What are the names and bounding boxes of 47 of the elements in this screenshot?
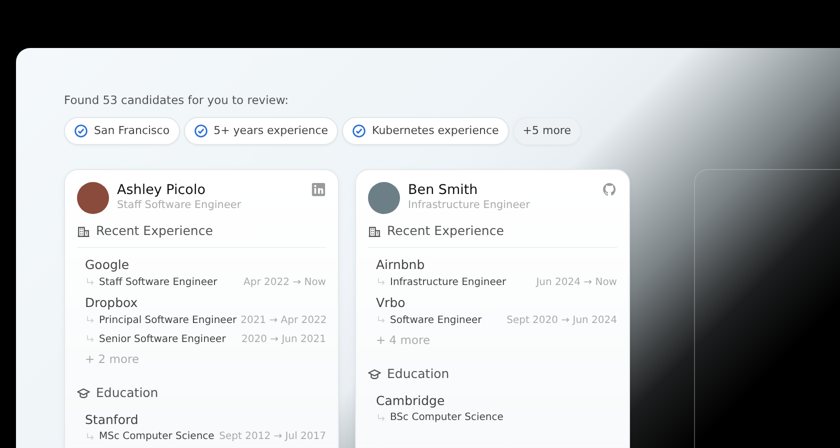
return-arrow-icon [85, 315, 95, 325]
role-title: Senior Software Engineer [99, 332, 226, 346]
section-heading: Education [96, 384, 158, 402]
graduation-cap-icon [77, 386, 90, 400]
filter-chip[interactable]: 5+ years experience [184, 117, 338, 146]
return-arrow-icon [85, 277, 95, 288]
role-title: Software Engineer [390, 314, 482, 328]
role-dates: Sept 2020 → Jun 2024 [506, 314, 617, 328]
company-name: Vrbo [376, 294, 406, 312]
filter-chip[interactable]: San Francisco [64, 117, 180, 146]
section-heading: Education [387, 364, 450, 383]
role-title: Infrastructure Engineer [390, 276, 506, 290]
role-dates: Apr 2022 → Now [244, 276, 326, 290]
candidate-name: Ben Smith [408, 182, 479, 198]
degree-name: MSc Computer Science [99, 430, 214, 444]
avatar-placeholder [368, 182, 400, 214]
section-heading: Recent Experience [96, 222, 213, 240]
avatar-placeholder [77, 182, 109, 214]
candidate-title: Staff Software Engineer [117, 198, 242, 214]
filter-chip[interactable]: +5 more [512, 117, 581, 146]
return-arrow-icon [376, 315, 386, 325]
candidate-title: Infrastructure Engineer [408, 198, 531, 214]
results-summary: Found 53 candidates for you to review: [64, 92, 290, 109]
role-title: Staff Software Engineer [99, 276, 218, 290]
section-heading: Recent Experience [387, 222, 504, 240]
company-name: Dropbox [85, 294, 139, 312]
return-arrow-icon [85, 432, 95, 442]
linkedin-icon[interactable] [311, 182, 326, 198]
degree-name: BSc Computer Science [390, 411, 504, 426]
company-name: Google [85, 256, 130, 274]
role-title: Principal Software Engineer [99, 314, 237, 328]
building-icon [77, 225, 90, 238]
role-dates: 2021 → Apr 2022 [240, 314, 327, 328]
return-arrow-icon [85, 334, 95, 344]
graduation-cap-icon [368, 368, 381, 381]
candidate-name: Ashley Picolo [117, 182, 206, 198]
return-arrow-icon [376, 412, 386, 423]
role-dates: Jun 2024 → Now [536, 276, 617, 290]
role-dates: 2020 → Jun 2021 [242, 332, 326, 346]
building-icon [368, 225, 381, 238]
school-name: Cambridge [376, 392, 446, 410]
github-icon[interactable] [602, 182, 617, 198]
return-arrow-icon [376, 277, 386, 288]
school-name: Stanford [85, 410, 140, 428]
company-name: Airnbnb [376, 256, 426, 274]
degree-dates: Sept 2012 → Jul 2017 [219, 430, 326, 444]
filter-chip[interactable]: Kubernetes experience [342, 117, 509, 146]
